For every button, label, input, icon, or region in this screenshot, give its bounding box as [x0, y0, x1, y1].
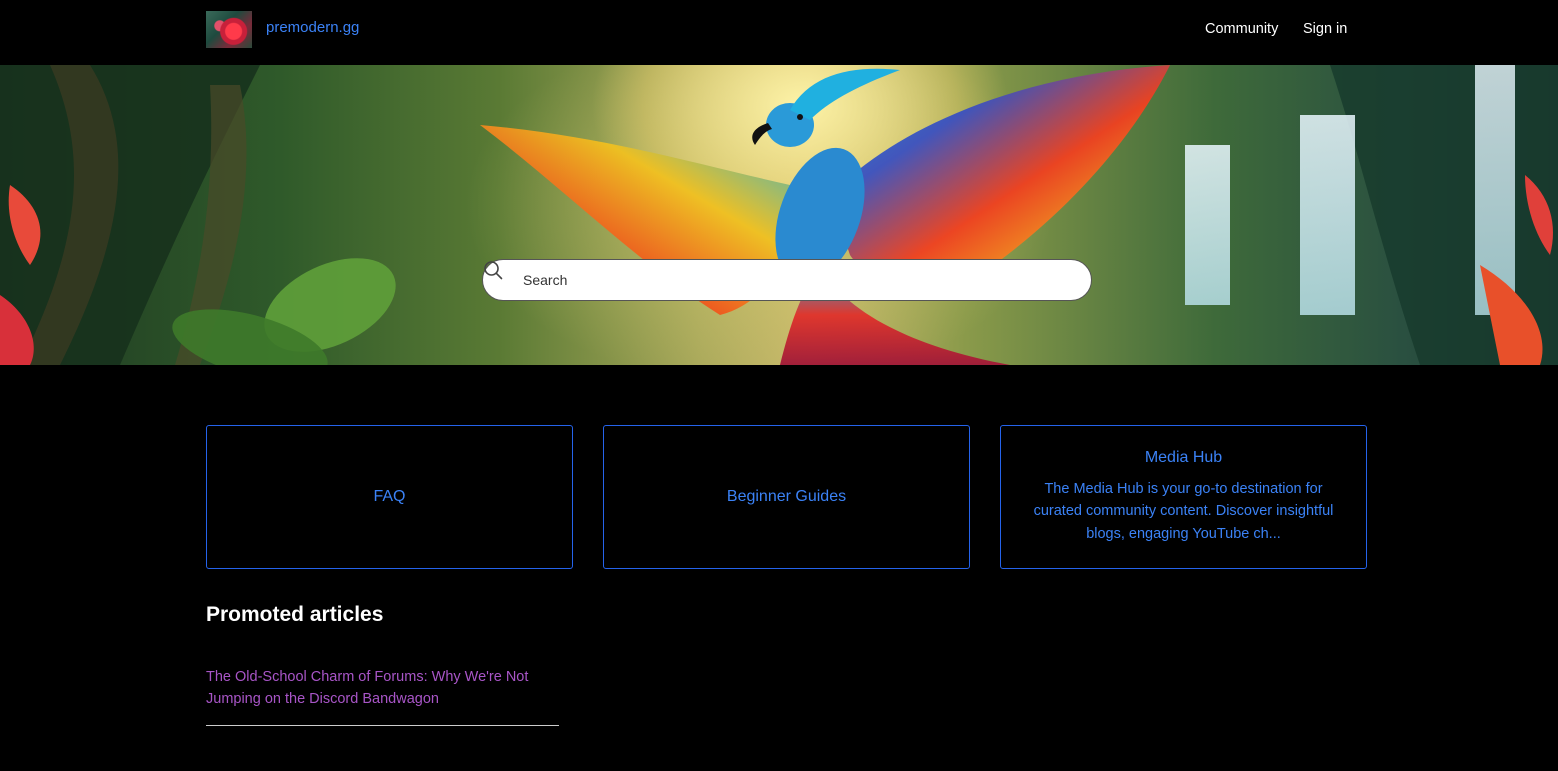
search-input[interactable]	[523, 260, 1073, 300]
category-description: The Media Hub is your go-to destination …	[1033, 480, 1334, 542]
category-title: Media Hub	[1144, 448, 1223, 466]
category-card-beginner-guides[interactable]: Beginner Guides	[603, 425, 970, 569]
category-card-faq[interactable]: FAQ	[206, 425, 573, 569]
site-logo[interactable]	[206, 11, 252, 48]
search-bar[interactable]	[482, 259, 1092, 301]
brand-link[interactable]: premodern.gg	[266, 19, 359, 36]
promoted-article-link[interactable]: The Old-School Charm of Forums: Why We'r…	[206, 666, 566, 710]
nav-community-link[interactable]: Community	[1205, 21, 1278, 37]
category-title: Beginner Guides	[726, 488, 847, 505]
category-title: FAQ	[373, 488, 406, 505]
hero-phoenix-illustration	[0, 65, 1558, 365]
category-card-media-hub[interactable]: Media Hub The Media Hub is your go-to de…	[1000, 425, 1367, 569]
hero-banner	[0, 65, 1558, 365]
site-header: premodern.gg Community Sign in	[0, 0, 1558, 65]
nav-sign-in-link[interactable]: Sign in	[1303, 21, 1347, 37]
promoted-articles-heading: Promoted articles	[206, 603, 384, 626]
search-icon	[484, 261, 503, 280]
article-divider	[206, 725, 559, 726]
